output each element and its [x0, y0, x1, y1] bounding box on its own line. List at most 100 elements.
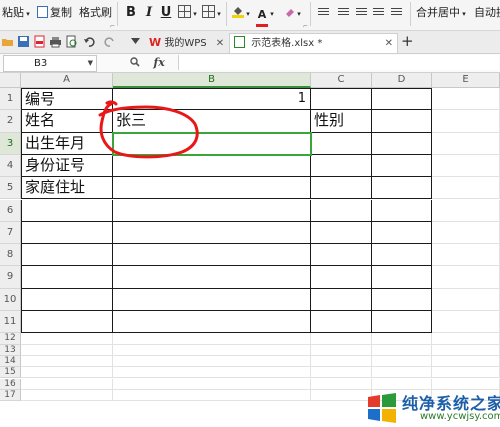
formula-input[interactable] — [178, 55, 499, 70]
cell-b17[interactable] — [113, 389, 311, 402]
distributed-button[interactable] — [391, 4, 402, 22]
cell-c1[interactable] — [311, 88, 372, 111]
borders-button[interactable]: ▾ — [178, 4, 197, 22]
cell-b4[interactable] — [113, 154, 311, 178]
cell-d9[interactable] — [372, 266, 432, 289]
cell-e14[interactable] — [432, 355, 500, 368]
cell-a7[interactable] — [21, 221, 113, 245]
tab-active-workbook[interactable]: 示范表格.xlsx * ✕ — [229, 33, 398, 53]
print-icon[interactable] — [49, 35, 62, 48]
clear-format-button[interactable]: ▾ — [283, 4, 301, 22]
auto-wrap-button[interactable]: 自动换 — [474, 4, 500, 22]
font-group-expander[interactable]: ⌐ — [303, 23, 308, 30]
row-header-5[interactable]: 5 — [0, 177, 21, 200]
select-all-corner[interactable] — [0, 73, 21, 88]
row-header-9[interactable]: 9 — [0, 266, 21, 289]
cell-c12[interactable] — [311, 333, 372, 345]
cell-c13[interactable] — [311, 344, 372, 356]
row-header-16[interactable]: 16 — [0, 378, 21, 390]
row-header-14[interactable]: 14 — [0, 355, 21, 368]
cell-d2[interactable] — [372, 110, 432, 133]
cell-b14[interactable] — [113, 355, 311, 368]
cell-d4[interactable] — [372, 154, 432, 178]
print-preview-icon[interactable] — [65, 35, 78, 48]
cell-d10[interactable] — [372, 288, 432, 311]
cell-c5[interactable] — [311, 177, 372, 200]
open-folder-icon[interactable] — [1, 35, 14, 48]
cell-d8[interactable] — [372, 244, 432, 267]
cell-a14[interactable] — [21, 355, 113, 368]
insert-function-button[interactable]: fx — [154, 56, 165, 69]
merge-style-button[interactable]: ▾ — [202, 4, 221, 22]
row-header-8[interactable]: 8 — [0, 244, 21, 267]
row-header-17[interactable]: 17 — [0, 389, 21, 402]
cell-b11[interactable] — [113, 311, 311, 334]
copy-button[interactable]: 复制 — [37, 4, 72, 22]
align-center-button[interactable] — [338, 4, 349, 22]
cell-e7[interactable] — [432, 221, 500, 245]
cell-a10[interactable] — [21, 288, 113, 311]
cell-a2[interactable]: 姓名 — [21, 110, 113, 133]
column-header-b[interactable]: B — [113, 73, 311, 88]
cell-c8[interactable] — [311, 244, 372, 267]
export-pdf-icon[interactable] — [33, 35, 46, 48]
row-header-10[interactable]: 10 — [0, 288, 21, 311]
cell-b2[interactable]: 张三 — [113, 110, 311, 133]
close-icon[interactable]: ✕ — [216, 38, 224, 49]
cell-b10[interactable] — [113, 288, 311, 311]
row-header-1[interactable]: 1 — [0, 88, 21, 111]
row-header-4[interactable]: 4 — [0, 154, 21, 178]
cell-c11[interactable] — [311, 311, 372, 334]
cell-e9[interactable] — [432, 266, 500, 289]
underline-button[interactable]: U — [158, 4, 174, 22]
cell-d6[interactable] — [372, 199, 432, 222]
cell-c3[interactable] — [311, 132, 372, 155]
italic-button[interactable]: I — [141, 4, 157, 22]
cell-a12[interactable] — [21, 333, 113, 345]
cell-b1[interactable]: 1 — [113, 88, 311, 111]
cell-e15[interactable] — [432, 367, 500, 379]
cell-b15[interactable] — [113, 367, 311, 379]
cell-d12[interactable] — [372, 333, 432, 345]
cell-b12[interactable] — [113, 333, 311, 345]
row-header-6[interactable]: 6 — [0, 199, 21, 222]
cell-a13[interactable] — [21, 344, 113, 356]
clipboard-group-expander[interactable]: ⌐ — [110, 23, 115, 30]
cell-e1[interactable] — [432, 88, 500, 111]
redo-icon[interactable] — [103, 35, 116, 48]
quick-access-dropdown-icon[interactable] — [131, 38, 140, 45]
format-painter-button[interactable]: 格式刷 — [79, 4, 112, 22]
paste-button[interactable]: 粘贴 ▾ — [2, 4, 30, 22]
cell-e2[interactable] — [432, 110, 500, 133]
cell-e10[interactable] — [432, 288, 500, 311]
column-header-c[interactable]: C — [311, 73, 372, 88]
new-tab-icon[interactable]: + — [401, 33, 414, 52]
name-box[interactable]: B3 ▼ — [3, 55, 97, 72]
cell-c6[interactable] — [311, 199, 372, 222]
row-header-3[interactable]: 3 — [0, 132, 21, 155]
cell-a1[interactable]: 编号 — [21, 88, 113, 111]
close-icon[interactable]: ✕ — [385, 34, 393, 53]
cell-b8[interactable] — [113, 244, 311, 267]
row-header-2[interactable]: 2 — [0, 110, 21, 133]
cell-a16[interactable] — [21, 378, 113, 390]
cell-d3[interactable] — [372, 132, 432, 155]
cell-d7[interactable] — [372, 221, 432, 245]
align-left-button[interactable] — [318, 4, 329, 22]
cell-b5[interactable] — [113, 177, 311, 200]
cell-e13[interactable] — [432, 344, 500, 356]
zoom-icon[interactable] — [130, 57, 140, 67]
cell-a5[interactable]: 家庭住址 — [21, 177, 113, 200]
undo-icon[interactable] — [83, 35, 96, 48]
cell-e3[interactable] — [432, 132, 500, 155]
align-right-button[interactable] — [356, 4, 367, 22]
save-icon[interactable] — [17, 35, 30, 48]
cell-c9[interactable] — [311, 266, 372, 289]
justify-button[interactable] — [373, 4, 384, 22]
cell-a15[interactable] — [21, 367, 113, 379]
cell-c10[interactable] — [311, 288, 372, 311]
cell-a3[interactable]: 出生年月 — [21, 132, 113, 155]
cell-a9[interactable] — [21, 266, 113, 289]
cell-e8[interactable] — [432, 244, 500, 267]
cell-e11[interactable] — [432, 311, 500, 334]
